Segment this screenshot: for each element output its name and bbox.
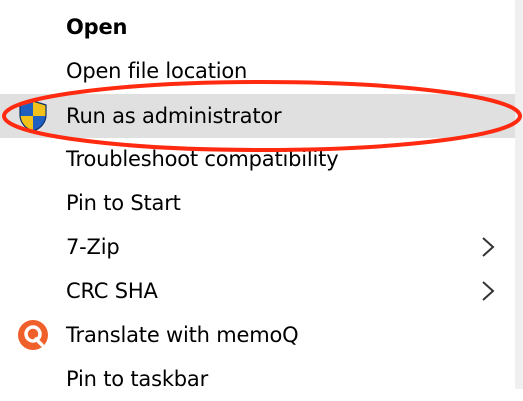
menu-item-crc-sha[interactable]: CRC SHA <box>0 269 515 313</box>
menu-item-7zip-label: 7-Zip <box>66 235 120 259</box>
context-menu: Open Open file location Run as administr… <box>0 0 516 391</box>
menu-item-open-label: Open <box>66 15 128 39</box>
uac-shield-icon <box>19 100 47 132</box>
chevron-right-icon <box>482 281 495 301</box>
menu-item-troubleshoot-compatibility[interactable]: Troubleshoot compatibility <box>0 137 515 181</box>
menu-item-open-file-location-label: Open file location <box>66 59 248 83</box>
menu-right-edge <box>515 0 523 389</box>
menu-item-open[interactable]: Open <box>0 5 515 49</box>
menu-item-run-as-administrator[interactable]: Run as administrator <box>0 94 515 138</box>
menu-item-open-file-location[interactable]: Open file location <box>0 49 515 93</box>
menu-item-troubleshoot-compatibility-label: Troubleshoot compatibility <box>66 147 339 171</box>
menu-item-pin-to-taskbar[interactable]: Pin to taskbar <box>0 357 515 401</box>
menu-item-pin-to-start[interactable]: Pin to Start <box>0 181 515 225</box>
menu-item-7zip[interactable]: 7-Zip <box>0 225 515 269</box>
menu-item-pin-to-start-label: Pin to Start <box>66 191 181 215</box>
memoq-icon <box>18 320 48 350</box>
menu-item-run-as-administrator-label: Run as administrator <box>66 104 282 128</box>
menu-item-crc-sha-label: CRC SHA <box>66 279 158 303</box>
chevron-right-icon <box>482 237 495 257</box>
menu-item-pin-to-taskbar-label: Pin to taskbar <box>66 367 209 391</box>
menu-item-translate-with-memoq-label: Translate with memoQ <box>66 323 299 347</box>
menu-item-translate-with-memoq[interactable]: Translate with memoQ <box>0 313 515 357</box>
